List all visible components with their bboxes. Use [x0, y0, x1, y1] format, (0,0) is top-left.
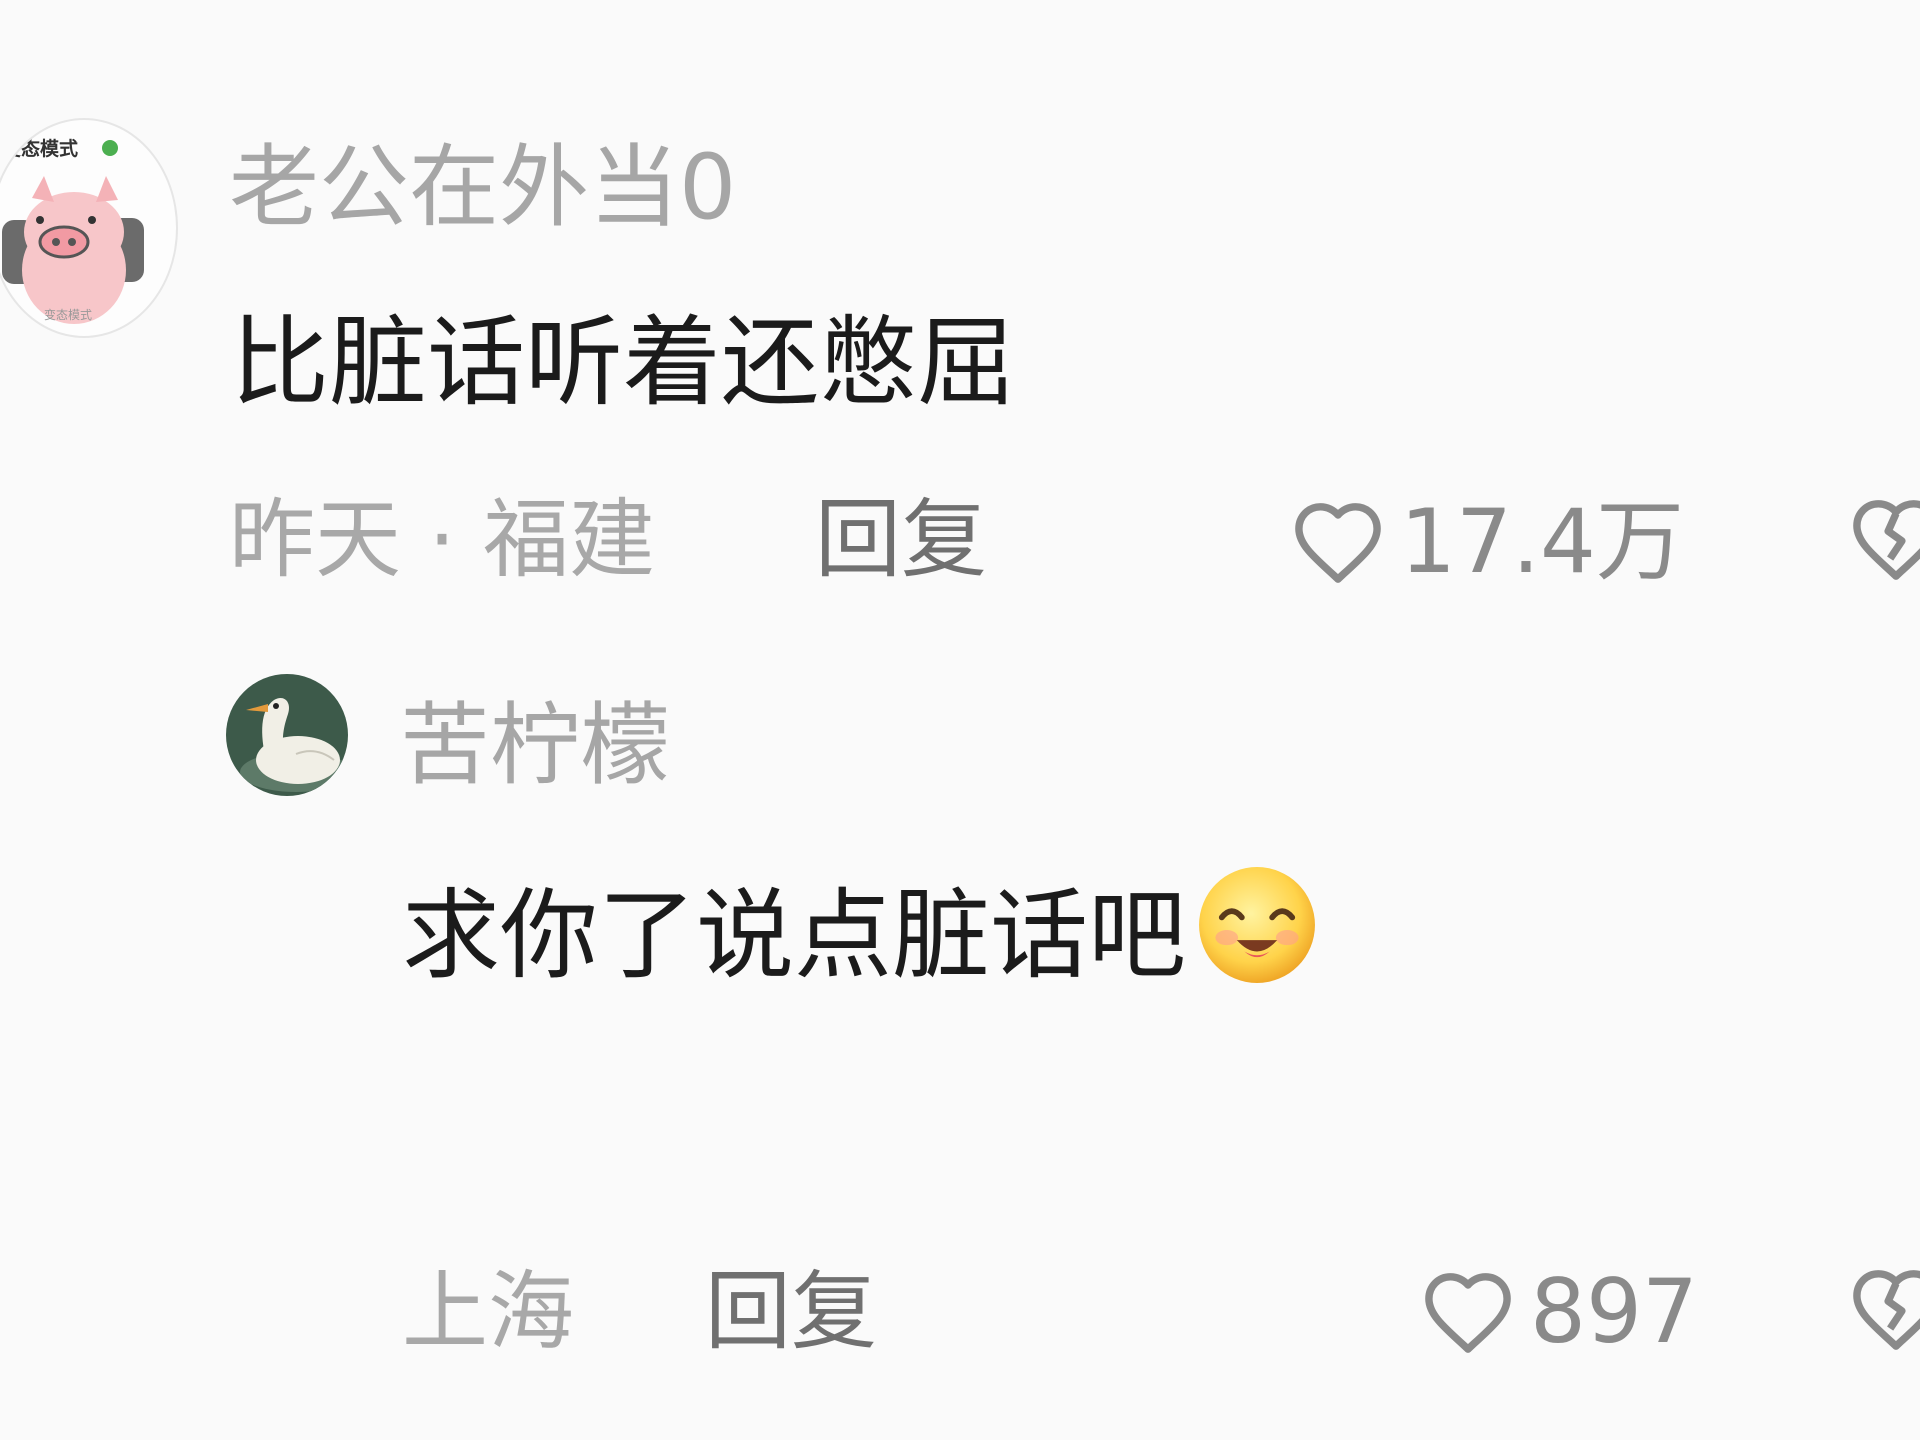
heart-outline-icon [1295, 503, 1381, 583]
like-button[interactable]: 17.4万 [1290, 492, 1684, 592]
comment-meta: 昨天 · 福建 [229, 490, 656, 590]
avatar-label-bottom: 变态模式 [44, 308, 93, 322]
comment-thread: 变态模式 变态模式 老公在外当0 比脏话听着还憋屈 昨天 · 福建 回复 17.… [0, 0, 1920, 1440]
comment-text: 比脏话听着还憋屈 [231, 306, 1016, 420]
broken-heart-icon [1853, 500, 1920, 580]
heart-outline-icon [1425, 1273, 1511, 1353]
goose-avatar-icon [226, 674, 348, 796]
reply-text: 求你了说点脏话吧 [402, 879, 1187, 993]
smiling-face-emoji [1194, 862, 1320, 1010]
avatar-goose[interactable] [226, 674, 348, 796]
reply-username[interactable]: 苦柠檬 [400, 696, 670, 796]
dislike-button[interactable] [1848, 496, 1920, 586]
reply-like-count: 897 [1530, 1260, 1698, 1363]
like-count: 17.4万 [1400, 490, 1684, 593]
reply-meta: 上海 [402, 1262, 574, 1362]
reply-reply-button[interactable]: 回复 [705, 1262, 877, 1362]
comment-username[interactable]: 老公在外当0 [229, 138, 736, 238]
reply-like-button[interactable]: 897 [1420, 1262, 1698, 1362]
reply-button[interactable]: 回复 [815, 490, 987, 590]
broken-heart-icon [1853, 1270, 1920, 1350]
reply-text-row: 求你了说点脏话吧 [402, 862, 1320, 1010]
avatar-label-top: 变态模式 [2, 138, 79, 160]
avatar-pig[interactable]: 变态模式 变态模式 [0, 118, 178, 338]
reply-dislike-button[interactable] [1848, 1266, 1920, 1356]
